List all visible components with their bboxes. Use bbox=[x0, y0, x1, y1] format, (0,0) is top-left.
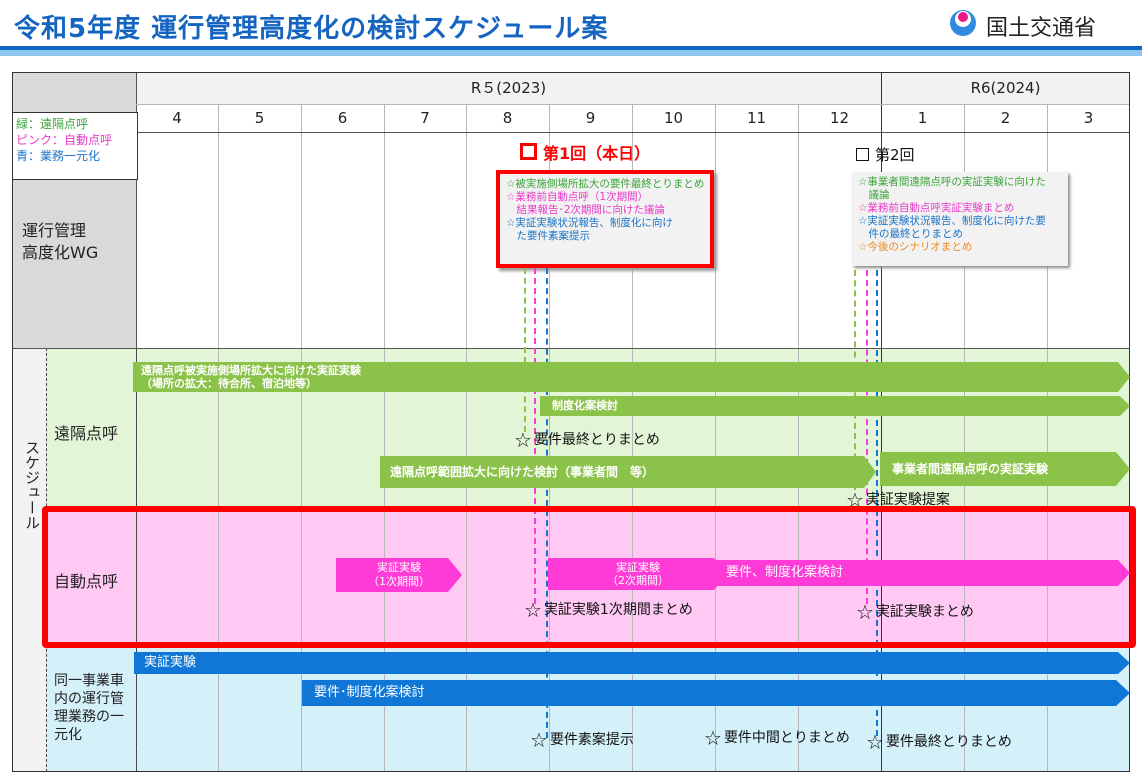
month-label: 3 bbox=[1083, 109, 1094, 127]
ministry-name: 国土交通省 bbox=[986, 16, 1097, 41]
meeting-1-note: ☆被実施側場所拡大の要件最終とりまとめ ☆業務前自動点呼（1次期間） 結果報告･… bbox=[496, 170, 714, 268]
year-label-r6: R6(2024) bbox=[970, 79, 1041, 97]
month-label: 8 bbox=[502, 109, 513, 127]
note-line: 件の最終とりまとめ bbox=[858, 228, 963, 240]
bar-label: 制度化案検討 bbox=[552, 399, 618, 412]
month-label: 7 bbox=[420, 109, 430, 127]
legend-blue: 青：業務一元化 bbox=[16, 149, 101, 163]
bar-label: 遠隔点呼範囲拡大に向けた検討（事業者間 等） bbox=[390, 465, 655, 479]
milestone-label: 要件素案提示 bbox=[549, 732, 634, 748]
star-icon: ☆ bbox=[704, 726, 722, 750]
month-label: 10 bbox=[663, 109, 684, 127]
note-line: ☆被実施側場所拡大の要件最終とりまとめ bbox=[506, 178, 705, 190]
unify-bar-experiment: 実証実験 bbox=[134, 652, 1130, 674]
month-label: 12 bbox=[829, 109, 850, 127]
remote-bar-scope-expansion: 遠隔点呼範囲拡大に向けた検討（事業者間 等） bbox=[380, 456, 876, 488]
bar-label: （場所の拡大：待合所、宿泊地等） bbox=[141, 377, 317, 390]
star-icon: ☆ bbox=[514, 428, 532, 452]
month-label: 6 bbox=[337, 109, 348, 127]
remote-bar-system-review: 制度化案検討 bbox=[540, 396, 1130, 416]
legend-green: 緑：遠隔点呼 bbox=[16, 117, 89, 131]
meeting-2-text: 第2回 bbox=[875, 146, 915, 164]
note-line: 議論 bbox=[858, 189, 890, 201]
ministry-logo-icon bbox=[950, 10, 976, 36]
header-rule-light bbox=[0, 50, 1142, 56]
meeting-1-text: 第1回（本日） bbox=[543, 144, 651, 163]
milestone-label: 要件最終とりまとめ bbox=[533, 432, 660, 448]
note-line: ☆今後のシナリオまとめ bbox=[858, 241, 973, 253]
bar-label: 実証実験 bbox=[144, 655, 197, 670]
remote-row-label: 遠隔点呼 bbox=[54, 424, 119, 443]
month-label: 4 bbox=[172, 109, 182, 127]
meeting-2-label: 第2回 bbox=[856, 144, 915, 165]
note-line: ☆実証実験状況報告、制度化に向け bbox=[506, 217, 673, 229]
star-icon: ☆ bbox=[846, 488, 864, 508]
bar-label: 要件･制度化案検討 bbox=[314, 685, 425, 700]
remote-bar-location-expansion: 遠隔点呼被実施側場所拡大に向けた実証実験 （場所の拡大：待合所、宿泊地等） bbox=[133, 362, 1130, 392]
connector-green bbox=[524, 268, 526, 432]
wg-row-label: 運行管理 高度化WG bbox=[22, 221, 99, 262]
schedule-group-label: スケジュール bbox=[23, 440, 41, 530]
note-line: ☆実証実験状況報告、制度化に向けた要 bbox=[858, 215, 1046, 227]
page-title: 令和5年度 運行管理高度化の検討スケジュール案 bbox=[14, 14, 609, 44]
note-line: ☆業務前自動点呼（1次期間） bbox=[506, 191, 649, 203]
checkbox-icon bbox=[520, 143, 537, 160]
month-label: 9 bbox=[585, 109, 596, 127]
milestone-star: ☆ 要件素案提示 bbox=[530, 728, 634, 752]
unify-bar-requirements: 要件･制度化案検討 bbox=[302, 680, 1130, 706]
highlight-frame bbox=[42, 506, 1136, 648]
month-label: 2 bbox=[1000, 109, 1011, 127]
month-label: 11 bbox=[746, 109, 767, 127]
checkbox-icon bbox=[856, 148, 869, 161]
milestone-star: ☆ 要件中間とりまとめ bbox=[704, 726, 850, 750]
bar-label: 遠隔点呼被実施側場所拡大に向けた実証実験 bbox=[141, 364, 361, 377]
month-label: 1 bbox=[917, 109, 928, 127]
milestone-label: 要件中間とりまとめ bbox=[723, 730, 850, 746]
year-label-r5: R５(2023) bbox=[470, 79, 547, 97]
color-legend: 緑：遠隔点呼 ピンク：自動点呼 青：業務一元化 bbox=[12, 112, 138, 180]
note-line: ☆事業者間遠隔点呼の実証実験に向けた bbox=[858, 176, 1046, 188]
note-line: ☆業務前自動点呼実証実験まとめ bbox=[858, 202, 1015, 214]
note-line: 結果報告･2次期間に向けた議論 bbox=[506, 204, 665, 216]
note-line: た要件素案提示 bbox=[506, 230, 590, 242]
milestone-star: ☆ 要件最終とりまとめ bbox=[514, 428, 660, 452]
remote-bar-inter-company: 事業者間遠隔点呼の実証実験 bbox=[880, 452, 1130, 486]
bar-label: 事業者間遠隔点呼の実証実験 bbox=[892, 462, 1049, 476]
milestone-label: 要件最終とりまとめ bbox=[885, 734, 1012, 750]
legend-pink: ピンク：自動点呼 bbox=[16, 133, 113, 147]
meeting-2-note: ☆事業者間遠隔点呼の実証実験に向けた 議論 ☆業務前自動点呼実証実験まとめ ☆実… bbox=[852, 172, 1068, 266]
meeting-1-label: 第1回（本日） bbox=[520, 140, 650, 164]
milestone-star: ☆ 実証実験提案 bbox=[846, 488, 950, 508]
milestone-star: ☆ 要件最終とりまとめ bbox=[866, 730, 1012, 754]
star-icon: ☆ bbox=[530, 728, 548, 752]
unify-row-label: 同一事業車 内の運行管 理業務の一 元化 bbox=[54, 673, 124, 743]
month-label: 5 bbox=[254, 109, 265, 127]
star-icon: ☆ bbox=[866, 730, 884, 754]
